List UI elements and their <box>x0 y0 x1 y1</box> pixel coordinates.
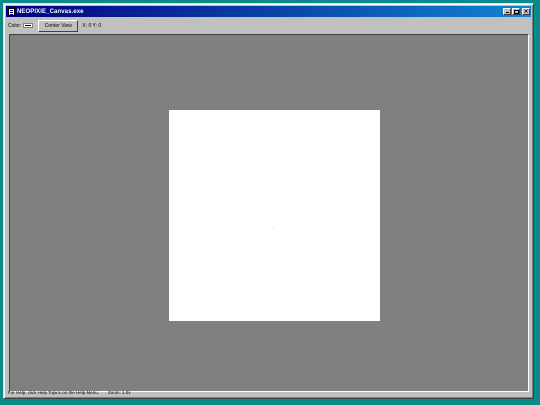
status-zoom-text: Zoom: 1.0x <box>107 390 131 395</box>
center-view-button[interactable]: Center View <box>38 19 79 32</box>
title-bar[interactable]: NEOPIXIE_Canvas.exe <box>6 6 531 17</box>
toolbar: Color: Center View X: 0 Y: 0 <box>6 18 531 33</box>
close-button[interactable] <box>522 8 530 15</box>
canvas-workspace[interactable] <box>9 34 529 392</box>
color-label: Color: <box>8 22 22 29</box>
app-window: NEOPIXIE_Canvas.exe Color: Center View X… <box>3 3 534 399</box>
maximize-button[interactable] <box>512 8 520 15</box>
status-bar: For Help, click Help Topics on the Help … <box>6 389 531 396</box>
minimize-button[interactable] <box>503 8 511 15</box>
coordinates-readout: X: 0 Y: 0 <box>82 22 102 29</box>
window-controls <box>503 8 530 15</box>
status-help-text: For Help, click Help Topics on the Help … <box>8 390 99 395</box>
document-icon <box>8 7 15 16</box>
color-swatch[interactable] <box>23 23 34 28</box>
canvas-center-marker <box>273 228 274 229</box>
window-title: NEOPIXIE_Canvas.exe <box>17 8 84 15</box>
drawing-canvas[interactable] <box>169 110 380 321</box>
